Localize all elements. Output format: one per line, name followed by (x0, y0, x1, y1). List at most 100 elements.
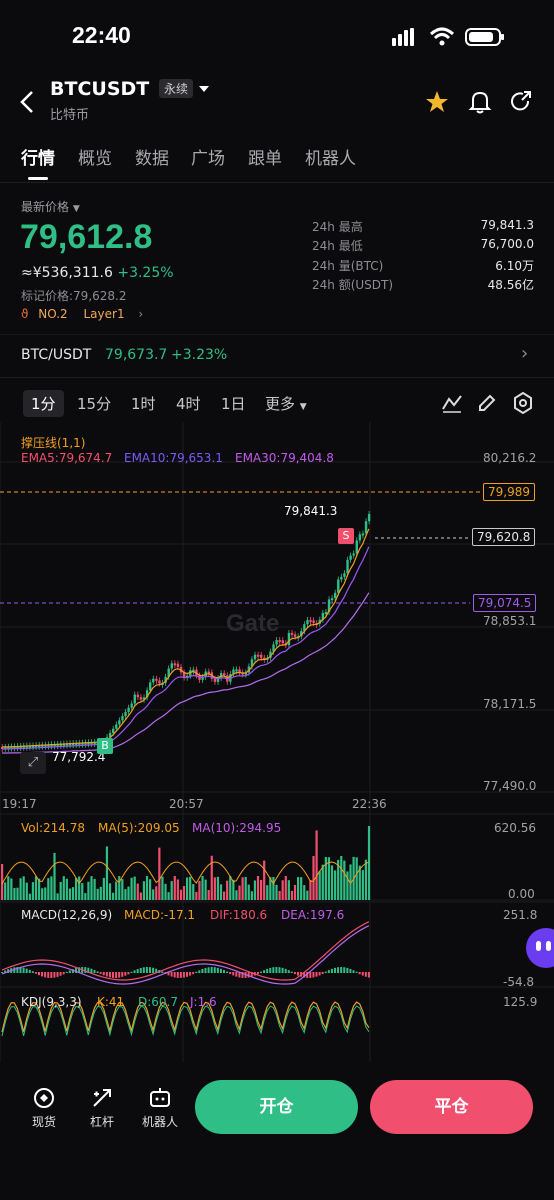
tab-bots[interactable]: 机器人 (305, 144, 356, 169)
nav-leverage[interactable]: 杠杆 (74, 1086, 130, 1130)
tab-data[interactable]: 数据 (135, 144, 169, 169)
tf-1d[interactable]: 1日 (221, 393, 246, 414)
candle-body (149, 682, 152, 691)
x-tick-3: 22:36 (352, 797, 387, 811)
volume-bar (158, 847, 161, 900)
macd-histogram-bar (229, 972, 232, 975)
change-pct: +3.25% (117, 265, 174, 281)
kline-chart[interactable]: Gate (0, 422, 554, 1062)
candle-body (173, 663, 177, 666)
macd-histogram-bar (105, 972, 108, 977)
macd-histogram-bar (179, 972, 182, 978)
tab-market[interactable]: 行情 (21, 144, 55, 169)
spot-price: 79,673.7 (105, 347, 168, 363)
mark-price: 标记价格:79,628.2 (21, 287, 126, 304)
volume-bar (213, 877, 216, 900)
macd-dea: DEA:197.6 (281, 908, 345, 922)
candle-body (112, 728, 115, 733)
volume-bar (99, 886, 102, 900)
macd-histogram-bar (130, 971, 133, 973)
candle-body (275, 640, 278, 645)
bell-icon[interactable] (468, 89, 492, 115)
tf-1m[interactable]: 1分 (23, 390, 64, 417)
contract-badge: 永续 (159, 79, 194, 98)
candle-body (340, 576, 343, 580)
spot-row[interactable]: BTC/USDT 79,673.7 +3.23% › (0, 334, 554, 378)
macd-histogram-bar (204, 967, 207, 973)
macd-histogram-bar (260, 971, 262, 973)
candle-body (127, 707, 130, 712)
volume-bar (155, 886, 158, 900)
macd-histogram-bar (189, 972, 192, 976)
candle-body (293, 634, 297, 637)
candle-body (349, 555, 352, 560)
settings-icon[interactable] (513, 392, 533, 414)
volume-bar (142, 881, 146, 900)
candle-body (124, 711, 127, 717)
open-position-button[interactable]: 开仓 (195, 1080, 358, 1134)
macd-histogram-bar (96, 971, 99, 973)
back-icon[interactable] (18, 90, 38, 114)
buy-marker[interactable]: B (97, 738, 113, 754)
volume-bar (284, 876, 287, 900)
assistant-eye-right (546, 941, 551, 951)
macd-layer (1, 921, 370, 985)
current-price-tag[interactable]: 79,620.8 (472, 528, 536, 546)
star-icon[interactable] (425, 90, 449, 114)
macd-histogram-bar (263, 970, 266, 973)
tab-overview[interactable]: 概览 (78, 144, 112, 169)
macd-histogram-bar (31, 971, 34, 973)
macd-histogram-bar (337, 967, 340, 973)
rank-row[interactable]: ϑ NO.2 Layer1 › (21, 307, 143, 323)
symbol-title[interactable]: BTCUSDT (50, 78, 149, 100)
share-icon[interactable] (509, 90, 533, 114)
close-position-button[interactable]: 平仓 (370, 1080, 533, 1134)
volume-bar (306, 890, 309, 900)
spot-pair: BTC/USDT (21, 347, 92, 363)
volume-bar (59, 881, 62, 900)
nav-spot[interactable]: 现货 (16, 1086, 72, 1130)
volume-bar (216, 876, 220, 900)
tab-copy-trade[interactable]: 跟单 (248, 144, 282, 169)
volume-bar (293, 884, 297, 900)
volume-bar (96, 888, 99, 900)
wifi-icon (429, 27, 455, 46)
leverage-icon (93, 1089, 111, 1107)
volume-bar (303, 885, 306, 900)
volume-bar (65, 878, 68, 900)
latest-price-label[interactable]: 最新价格 ▼ (21, 198, 80, 215)
candle-body (364, 521, 368, 534)
tf-more[interactable]: 更多 ▼ (265, 393, 307, 414)
volume-bar (13, 887, 16, 900)
candle-body (115, 724, 118, 729)
volume-bar (133, 876, 136, 900)
chevron-down-icon[interactable] (198, 84, 210, 94)
tf-1h[interactable]: 1时 (131, 393, 156, 414)
expand-icon[interactable]: ⤢ (20, 752, 46, 774)
tf-4h[interactable]: 4时 (176, 393, 201, 414)
x-tick-1: 19:17 (2, 797, 37, 811)
volume-bar (297, 877, 300, 900)
volume-bar (238, 885, 241, 900)
macd-histogram-bar (272, 967, 275, 973)
indicator-icon[interactable] (441, 393, 463, 413)
volume-bar (7, 876, 10, 900)
y-tick-4: 77,490.0 (483, 779, 537, 793)
macd-histogram-bar (152, 967, 155, 973)
macd-histogram-bar (127, 972, 130, 975)
candle-body (155, 678, 158, 681)
macd-histogram-bar (182, 972, 185, 978)
sell-marker[interactable]: S (338, 528, 354, 544)
macd-title: MACD(12,26,9) (21, 908, 113, 922)
spot-icon (34, 1088, 54, 1108)
candle-body (309, 620, 312, 623)
macd-dif: DIF:180.6 (210, 908, 268, 922)
tab-square[interactable]: 广场 (191, 144, 225, 169)
tf-15m[interactable]: 15分 (77, 393, 111, 414)
macd-histogram-bar (293, 972, 296, 975)
draw-icon[interactable] (477, 393, 497, 413)
macd-histogram-bar (28, 969, 31, 973)
support-tag: 79,074.5 (473, 594, 537, 612)
symbol-subtitle: 比特币 (50, 108, 90, 123)
nav-bots[interactable]: 机器人 (132, 1086, 188, 1130)
